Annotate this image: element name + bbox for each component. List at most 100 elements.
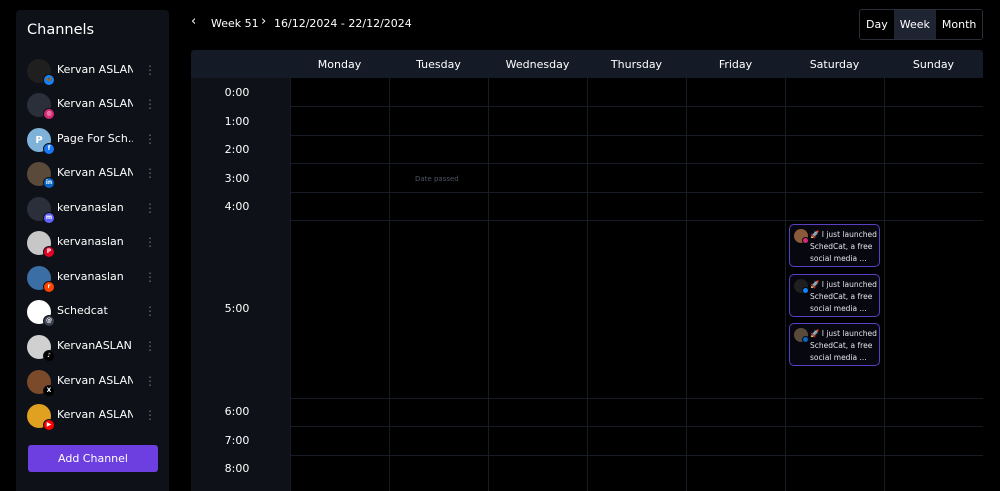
- more-options-icon[interactable]: ⋮: [144, 131, 156, 149]
- channel-name: KervanASLAN: [57, 339, 132, 352]
- week-label: Week 51: [211, 17, 259, 30]
- calendar-header: Monday Tuesday Wednesday Thursday Friday…: [191, 50, 983, 78]
- channel-name: kervanaslan: [57, 201, 124, 214]
- time-label: 4:00: [224, 200, 250, 213]
- more-options-icon[interactable]: ⋮: [144, 96, 156, 114]
- channel-item-x[interactable]: X Kervan ASLAN ⋮: [16, 367, 169, 397]
- channel-name: Schedcat: [57, 304, 108, 317]
- channel-item-bluesky[interactable]: 🦋 Kervan ASLAN ⋮: [16, 56, 169, 86]
- bluesky-icon: [802, 287, 809, 294]
- more-options-icon[interactable]: ⋮: [144, 373, 156, 391]
- channel-name: Kervan ASLAN: [57, 408, 133, 421]
- threads-icon: @: [43, 315, 55, 327]
- scheduled-post-card[interactable]: 🚀 I just launched SchedCat, a free social …: [789, 323, 880, 366]
- channel-item-pinterest[interactable]: Pkervanaslan ⋮: [16, 228, 169, 258]
- more-options-icon[interactable]: ⋮: [144, 303, 156, 321]
- time-label: 8:00: [224, 462, 250, 475]
- youtube-icon: ▶: [43, 419, 55, 431]
- scheduled-post-card[interactable]: 🚀 I just launched SchedCat, a free social …: [789, 224, 880, 267]
- day-column-sunday[interactable]: [884, 78, 983, 491]
- channel-avatar: r: [27, 266, 55, 293]
- pinterest-icon: P: [43, 246, 55, 258]
- more-options-icon[interactable]: ⋮: [144, 407, 156, 425]
- time-label: 0:00: [224, 86, 250, 99]
- facebook-icon: f: [43, 143, 55, 155]
- post-preview-line: SchedCat, a free: [810, 341, 873, 350]
- channel-name: Kervan ASLAN: [57, 166, 133, 179]
- next-week-button[interactable]: ›: [261, 14, 266, 29]
- instagram-icon: [802, 237, 809, 244]
- instagram-icon: ◎: [43, 108, 55, 120]
- time-label: 6:00: [224, 405, 250, 418]
- time-label: 3:00: [224, 172, 250, 185]
- day-column-wednesday[interactable]: [488, 78, 587, 491]
- channel-avatar: @: [27, 300, 55, 327]
- view-month-button[interactable]: Month: [935, 10, 983, 39]
- post-preview-line: SchedCat, a free: [810, 242, 873, 251]
- day-header-thursday: Thursday: [610, 58, 663, 71]
- channel-avatar: Pf: [27, 128, 55, 155]
- day-header-friday: Friday: [718, 58, 753, 71]
- channel-item-linkedin[interactable]: in Kervan ASLAN ⋮: [16, 159, 169, 189]
- day-header-monday: Monday: [317, 58, 362, 71]
- post-preview-line: social media ...: [810, 353, 867, 362]
- day-column-friday[interactable]: [686, 78, 785, 491]
- post-preview: 🚀 I just launched SchedCat, a free social …: [810, 279, 878, 315]
- x-icon: X: [43, 385, 55, 397]
- post-preview-line: 🚀 I just launched: [810, 280, 877, 289]
- channel-avatar: ◎: [27, 93, 55, 120]
- channel-avatar: 🦋: [27, 59, 55, 86]
- channel-item-mastodon[interactable]: m kervanaslan ⋮: [16, 194, 169, 224]
- view-week-button[interactable]: Week: [893, 10, 936, 39]
- channel-name: Page For Sch...: [57, 132, 133, 145]
- day-header-tuesday: Tuesday: [416, 58, 461, 71]
- post-preview: 🚀 I just launched SchedCat, a free social …: [810, 229, 878, 265]
- add-channel-button[interactable]: Add Channel: [28, 445, 158, 472]
- post-preview-line: 🚀 I just launched: [810, 329, 877, 338]
- channel-avatar: ♪: [27, 335, 55, 362]
- mastodon-icon: m: [43, 212, 55, 224]
- channel-item-threads[interactable]: @ Schedcat ⋮: [16, 297, 169, 327]
- channel-avatar: ▶: [27, 404, 55, 431]
- channel-avatar: m: [27, 197, 55, 224]
- sidebar-title: Channels: [27, 22, 95, 38]
- post-preview-line: SchedCat, a free: [810, 292, 873, 301]
- channel-avatar: X: [27, 370, 55, 397]
- prev-week-button[interactable]: ‹: [191, 14, 196, 29]
- week-calendar: Monday Tuesday Wednesday Thursday Friday…: [191, 50, 983, 491]
- linkedin-icon: [802, 336, 809, 343]
- time-label: 5:00: [224, 302, 250, 315]
- day-column-monday[interactable]: [290, 78, 389, 491]
- post-preview: 🚀 I just launched SchedCat, a free social …: [810, 328, 878, 364]
- more-options-icon[interactable]: ⋮: [144, 165, 156, 183]
- channel-item-youtube[interactable]: ▶ Kervan ASLAN ⋮: [16, 401, 169, 431]
- scheduled-post-card[interactable]: 🚀 I just launched SchedCat, a free social …: [789, 274, 880, 317]
- channel-name: Kervan ASLAN: [57, 374, 133, 387]
- day-column-tuesday[interactable]: [389, 78, 488, 491]
- linkedin-icon: in: [43, 177, 55, 189]
- reddit-icon: r: [43, 281, 55, 293]
- channel-item-reddit[interactable]: r kervanaslan ⋮: [16, 263, 169, 293]
- more-options-icon[interactable]: ⋮: [144, 269, 156, 287]
- channel-name: Kervan ASLAN: [57, 63, 133, 76]
- view-day-button[interactable]: Day: [860, 10, 894, 39]
- time-label: 7:00: [224, 434, 250, 447]
- channel-avatar: in: [27, 162, 55, 189]
- post-preview-line: social media ...: [810, 254, 867, 263]
- more-options-icon[interactable]: ⋮: [144, 234, 156, 252]
- channel-avatar: P: [27, 231, 55, 258]
- channel-item-instagram[interactable]: ◎ Kervan ASLAN ⋮: [16, 90, 169, 120]
- post-preview-line: social media ...: [810, 304, 867, 313]
- date-passed-label: Date passed: [415, 175, 459, 183]
- channel-item-facebook[interactable]: Pf Page For Sch... ⋮: [16, 125, 169, 155]
- tiktok-icon: ♪: [43, 350, 55, 362]
- channels-sidebar: Channels 🦋 Kervan ASLAN ⋮ ◎ Kervan ASLAN ⋮ Pf P…: [16, 10, 169, 491]
- channel-item-tiktok[interactable]: ♪ KervanASLAN ⋮: [16, 332, 169, 362]
- more-options-icon[interactable]: ⋮: [144, 200, 156, 218]
- more-options-icon[interactable]: ⋮: [144, 62, 156, 80]
- day-column-thursday[interactable]: [587, 78, 686, 491]
- more-options-icon[interactable]: ⋮: [144, 338, 156, 356]
- time-label: 1:00: [224, 115, 250, 128]
- channel-name: kervanaslan: [57, 270, 124, 283]
- time-column: 0:00 1:00 2:00 3:00 4:00 5:00 6:00 7:00 …: [191, 78, 290, 491]
